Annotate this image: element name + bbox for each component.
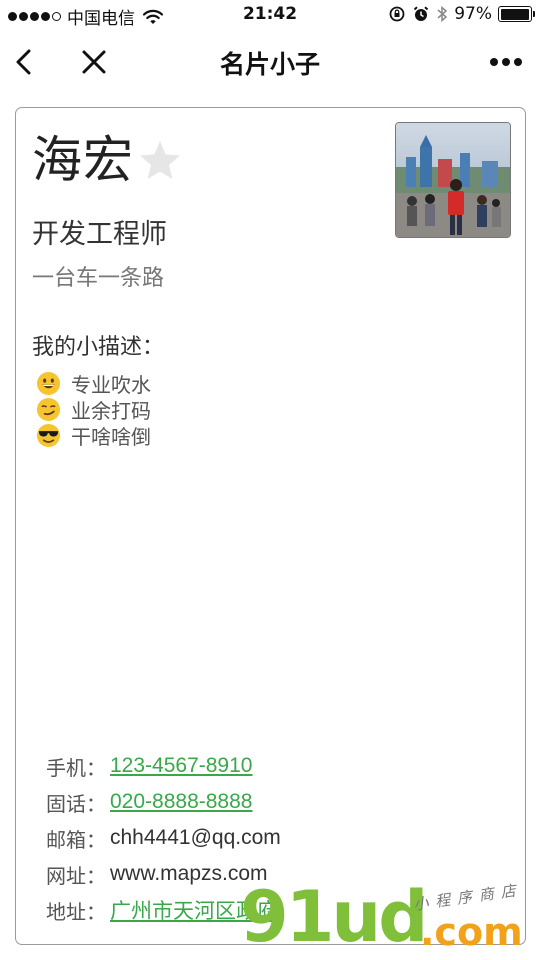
smirking-face-icon <box>36 397 61 421</box>
contact-email: 邮箱： chh4441@qq.com <box>46 820 281 856</box>
bluetooth-icon <box>437 5 448 23</box>
more-dots-icon <box>490 58 522 66</box>
navigation-bar: 名片小子 <box>0 30 540 94</box>
carrier-name: 中国电信 <box>67 9 135 29</box>
status-bar: 中国电信 21:42 97% <box>0 0 540 30</box>
sunglasses-face-icon <box>36 423 61 447</box>
email-value: chh4441@qq.com <box>110 826 281 849</box>
motto: 一台车一条路 <box>32 266 165 291</box>
phone-link[interactable]: 020-8888-8888 <box>110 790 252 814</box>
contact-list: 手机： 123-4567-8910 固话： 020-8888-8888 邮箱： … <box>46 748 281 928</box>
contact-website: 网址： www.mapzs.com <box>46 856 281 892</box>
grinning-face-icon <box>36 371 61 395</box>
description-item: 专业吹水 <box>36 370 151 397</box>
contact-phone: 固话： 020-8888-8888 <box>46 784 281 820</box>
wifi-icon <box>143 9 163 24</box>
alarm-icon <box>414 6 429 21</box>
status-right: 97% <box>388 4 535 24</box>
email-label: 邮箱： <box>46 827 106 852</box>
job-title: 开发工程师 <box>32 219 167 250</box>
business-card: 海宏 开发工程师 一台车一条路 我的小描述： 专业吹水 业余打码 干啥啥倒 手机… <box>15 107 526 945</box>
description-label: 我的小描述： <box>32 335 165 360</box>
chevron-left-icon <box>16 49 31 75</box>
description-text: 业余打码 <box>71 398 151 423</box>
card-name: 海宏 <box>32 131 134 189</box>
battery-percent: 97% <box>454 4 492 24</box>
more-button[interactable] <box>486 44 526 80</box>
back-button[interactable] <box>6 44 42 80</box>
website-value: www.mapzs.com <box>110 862 268 885</box>
avatar-photo <box>396 123 510 237</box>
close-icon <box>82 50 106 74</box>
description-text: 专业吹水 <box>71 372 151 397</box>
contact-mobile: 手机： 123-4567-8910 <box>46 748 281 784</box>
address-link[interactable]: 广州市天河区政府 <box>110 895 278 925</box>
description-item: 干啥啥倒 <box>36 422 151 449</box>
address-label: 地址： <box>46 899 106 924</box>
favorite-star-icon[interactable] <box>138 138 182 182</box>
contact-address: 地址： 广州市天河区政府 <box>46 892 281 928</box>
status-left: 中国电信 <box>8 4 163 29</box>
orientation-lock-icon <box>389 6 405 22</box>
mobile-label: 手机： <box>46 755 106 780</box>
close-button[interactable] <box>76 44 112 80</box>
website-label: 网址： <box>46 863 106 888</box>
description-list: 专业吹水 业余打码 干啥啥倒 <box>36 370 151 449</box>
description-text: 干啥啥倒 <box>71 424 151 449</box>
avatar[interactable] <box>395 122 511 238</box>
description-item: 业余打码 <box>36 396 151 423</box>
battery-icon <box>498 6 535 22</box>
name-row: 海宏 <box>32 130 182 190</box>
phone-label: 固话： <box>46 791 106 816</box>
signal-strength-icon <box>8 12 61 21</box>
mobile-link[interactable]: 123-4567-8910 <box>110 754 252 778</box>
